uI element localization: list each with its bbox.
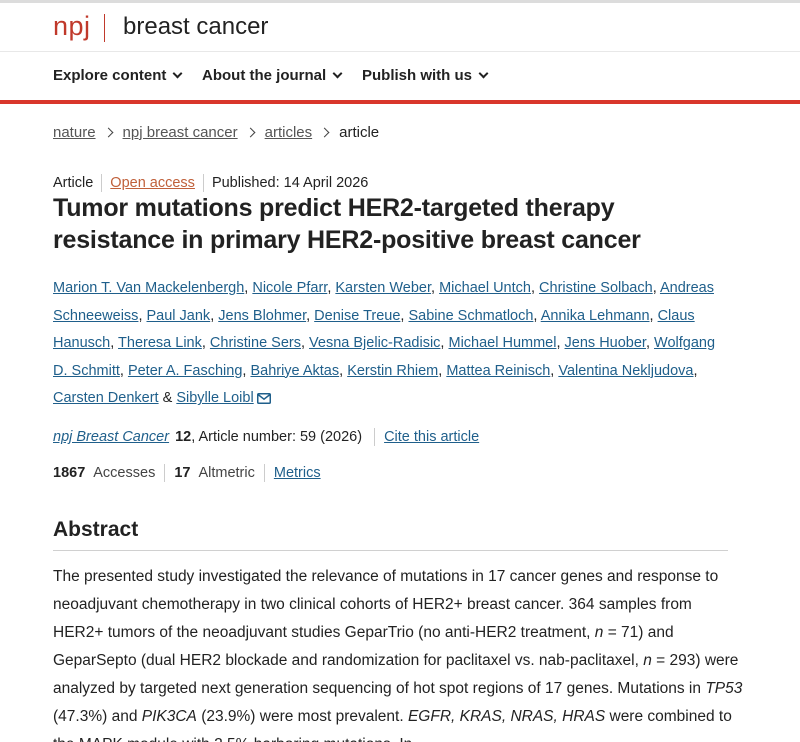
author-link[interactable]: Peter A. Fasching (128, 363, 242, 379)
author-link[interactable]: Jens Blohmer (218, 308, 306, 324)
author-link[interactable]: Karsten Weber (335, 280, 431, 296)
metrics-link[interactable]: Metrics (274, 465, 321, 481)
accesses-count: 1867 (53, 465, 86, 481)
npj-logo[interactable]: npj (53, 11, 91, 42)
author-link[interactable]: Carsten Denkert (53, 390, 159, 406)
abstract-heading: Abstract (53, 518, 139, 541)
author-link[interactable]: Denise Treue (314, 308, 400, 324)
chevron-right-icon (245, 127, 256, 138)
author-link[interactable]: Michael Hummel (448, 335, 556, 351)
main-nav: Explore content About the journal Publis… (0, 52, 800, 100)
author-link[interactable]: Paul Jank (147, 308, 211, 324)
chevron-right-icon (319, 127, 330, 138)
published-date: Published: 14 April 2026 (211, 175, 369, 191)
altmetric-label: Altmetric (198, 465, 255, 481)
envelope-icon[interactable] (256, 393, 271, 405)
journal-brand-bar: npj breast cancer (0, 3, 800, 51)
journal-name[interactable]: breast cancer (123, 13, 268, 41)
journal-link[interactable]: npj Breast Cancer (53, 429, 169, 445)
author-conjunction: & (162, 390, 173, 407)
nav-about-journal[interactable]: About the journal (202, 67, 343, 84)
abstract-rule (53, 550, 728, 551)
brand-divider (104, 14, 105, 42)
breadcrumb-journal[interactable]: npj breast cancer (123, 124, 238, 141)
author-link[interactable]: Annika Lehmann (541, 308, 650, 324)
chevron-down-icon (332, 68, 343, 79)
author-link[interactable]: Christine Sers (210, 335, 301, 351)
breadcrumb-nature[interactable]: nature (53, 124, 96, 141)
gene-name: TP53 (705, 680, 743, 697)
author-link[interactable]: Michael Untch (439, 280, 531, 296)
volume-number: 12 (175, 429, 192, 445)
author-link[interactable]: Jens Huober (565, 335, 646, 351)
chevron-right-icon (103, 127, 113, 138)
chevron-down-icon (172, 68, 183, 79)
nav-explore-label: Explore content (53, 67, 167, 84)
author-link[interactable]: Marion T. Van Mackelenbergh (53, 280, 244, 296)
author-link[interactable]: Valentina Nekljudova (558, 363, 693, 379)
author-link[interactable]: Sabine Schmatloch (408, 308, 533, 324)
breadcrumb-articles[interactable]: articles (265, 124, 313, 141)
meta-divider (202, 174, 204, 192)
author-link[interactable]: Vesna Bjelic-Radisic (309, 335, 440, 351)
chevron-down-icon (478, 68, 489, 79)
article-type: Article (53, 175, 94, 191)
citation-divider (374, 428, 376, 446)
nav-publish-label: Publish with us (362, 67, 473, 84)
author-link[interactable]: Mattea Reinisch (446, 363, 550, 379)
author-link[interactable]: Nicole Pfarr (252, 280, 327, 296)
cite-this-article-link[interactable]: Cite this article (384, 429, 479, 445)
author-link[interactable]: Bahriye Aktas (250, 363, 339, 379)
metrics-divider (164, 464, 166, 482)
article-meta: Article Open access Published: 14 April … (53, 174, 368, 192)
meta-divider (101, 174, 103, 192)
altmetric-count: 17 (174, 465, 191, 481)
accesses-label: Accesses (93, 465, 156, 481)
article-title: Tumor mutations predict HER2-targeted th… (53, 194, 641, 254)
stat-var-n: n (643, 652, 652, 669)
nav-explore-content[interactable]: Explore content (53, 67, 183, 84)
breadcrumb: nature npj breast cancer articles articl… (53, 124, 379, 141)
gene-name: EGFR, KRAS, NRAS, HRAS (407, 708, 606, 725)
nav-publish-with-us[interactable]: Publish with us (362, 67, 489, 84)
author-list: Marion T. Van Mackelenbergh, Nicole Pfar… (53, 280, 716, 407)
citation-line: npj Breast Cancer 12 , Article number: 5… (53, 428, 479, 446)
open-access-link[interactable]: Open access (110, 175, 195, 191)
article-number: , Article number: 59 (2026) (191, 429, 363, 445)
breadcrumb-current: article (339, 124, 380, 141)
abstract-text-part: (47.3%) and (53, 708, 142, 725)
article-metrics: 1867 Accesses 17 Altmetric Metrics (53, 464, 321, 482)
author-link[interactable]: Kerstin Rhiem (347, 363, 438, 379)
gene-name: PIK3CA (141, 708, 197, 725)
author-link[interactable]: Theresa Link (118, 335, 202, 351)
nav-about-label: About the journal (202, 67, 327, 84)
metrics-divider (263, 464, 265, 482)
author-link[interactable]: Sibylle Loibl (176, 390, 253, 406)
abstract-text-part: (23.9%) were most prevalent. (196, 708, 408, 725)
abstract-text: The presented study investigated the rel… (53, 563, 743, 742)
author-link[interactable]: Christine Solbach (539, 280, 653, 296)
brand-red-rule (0, 100, 800, 104)
